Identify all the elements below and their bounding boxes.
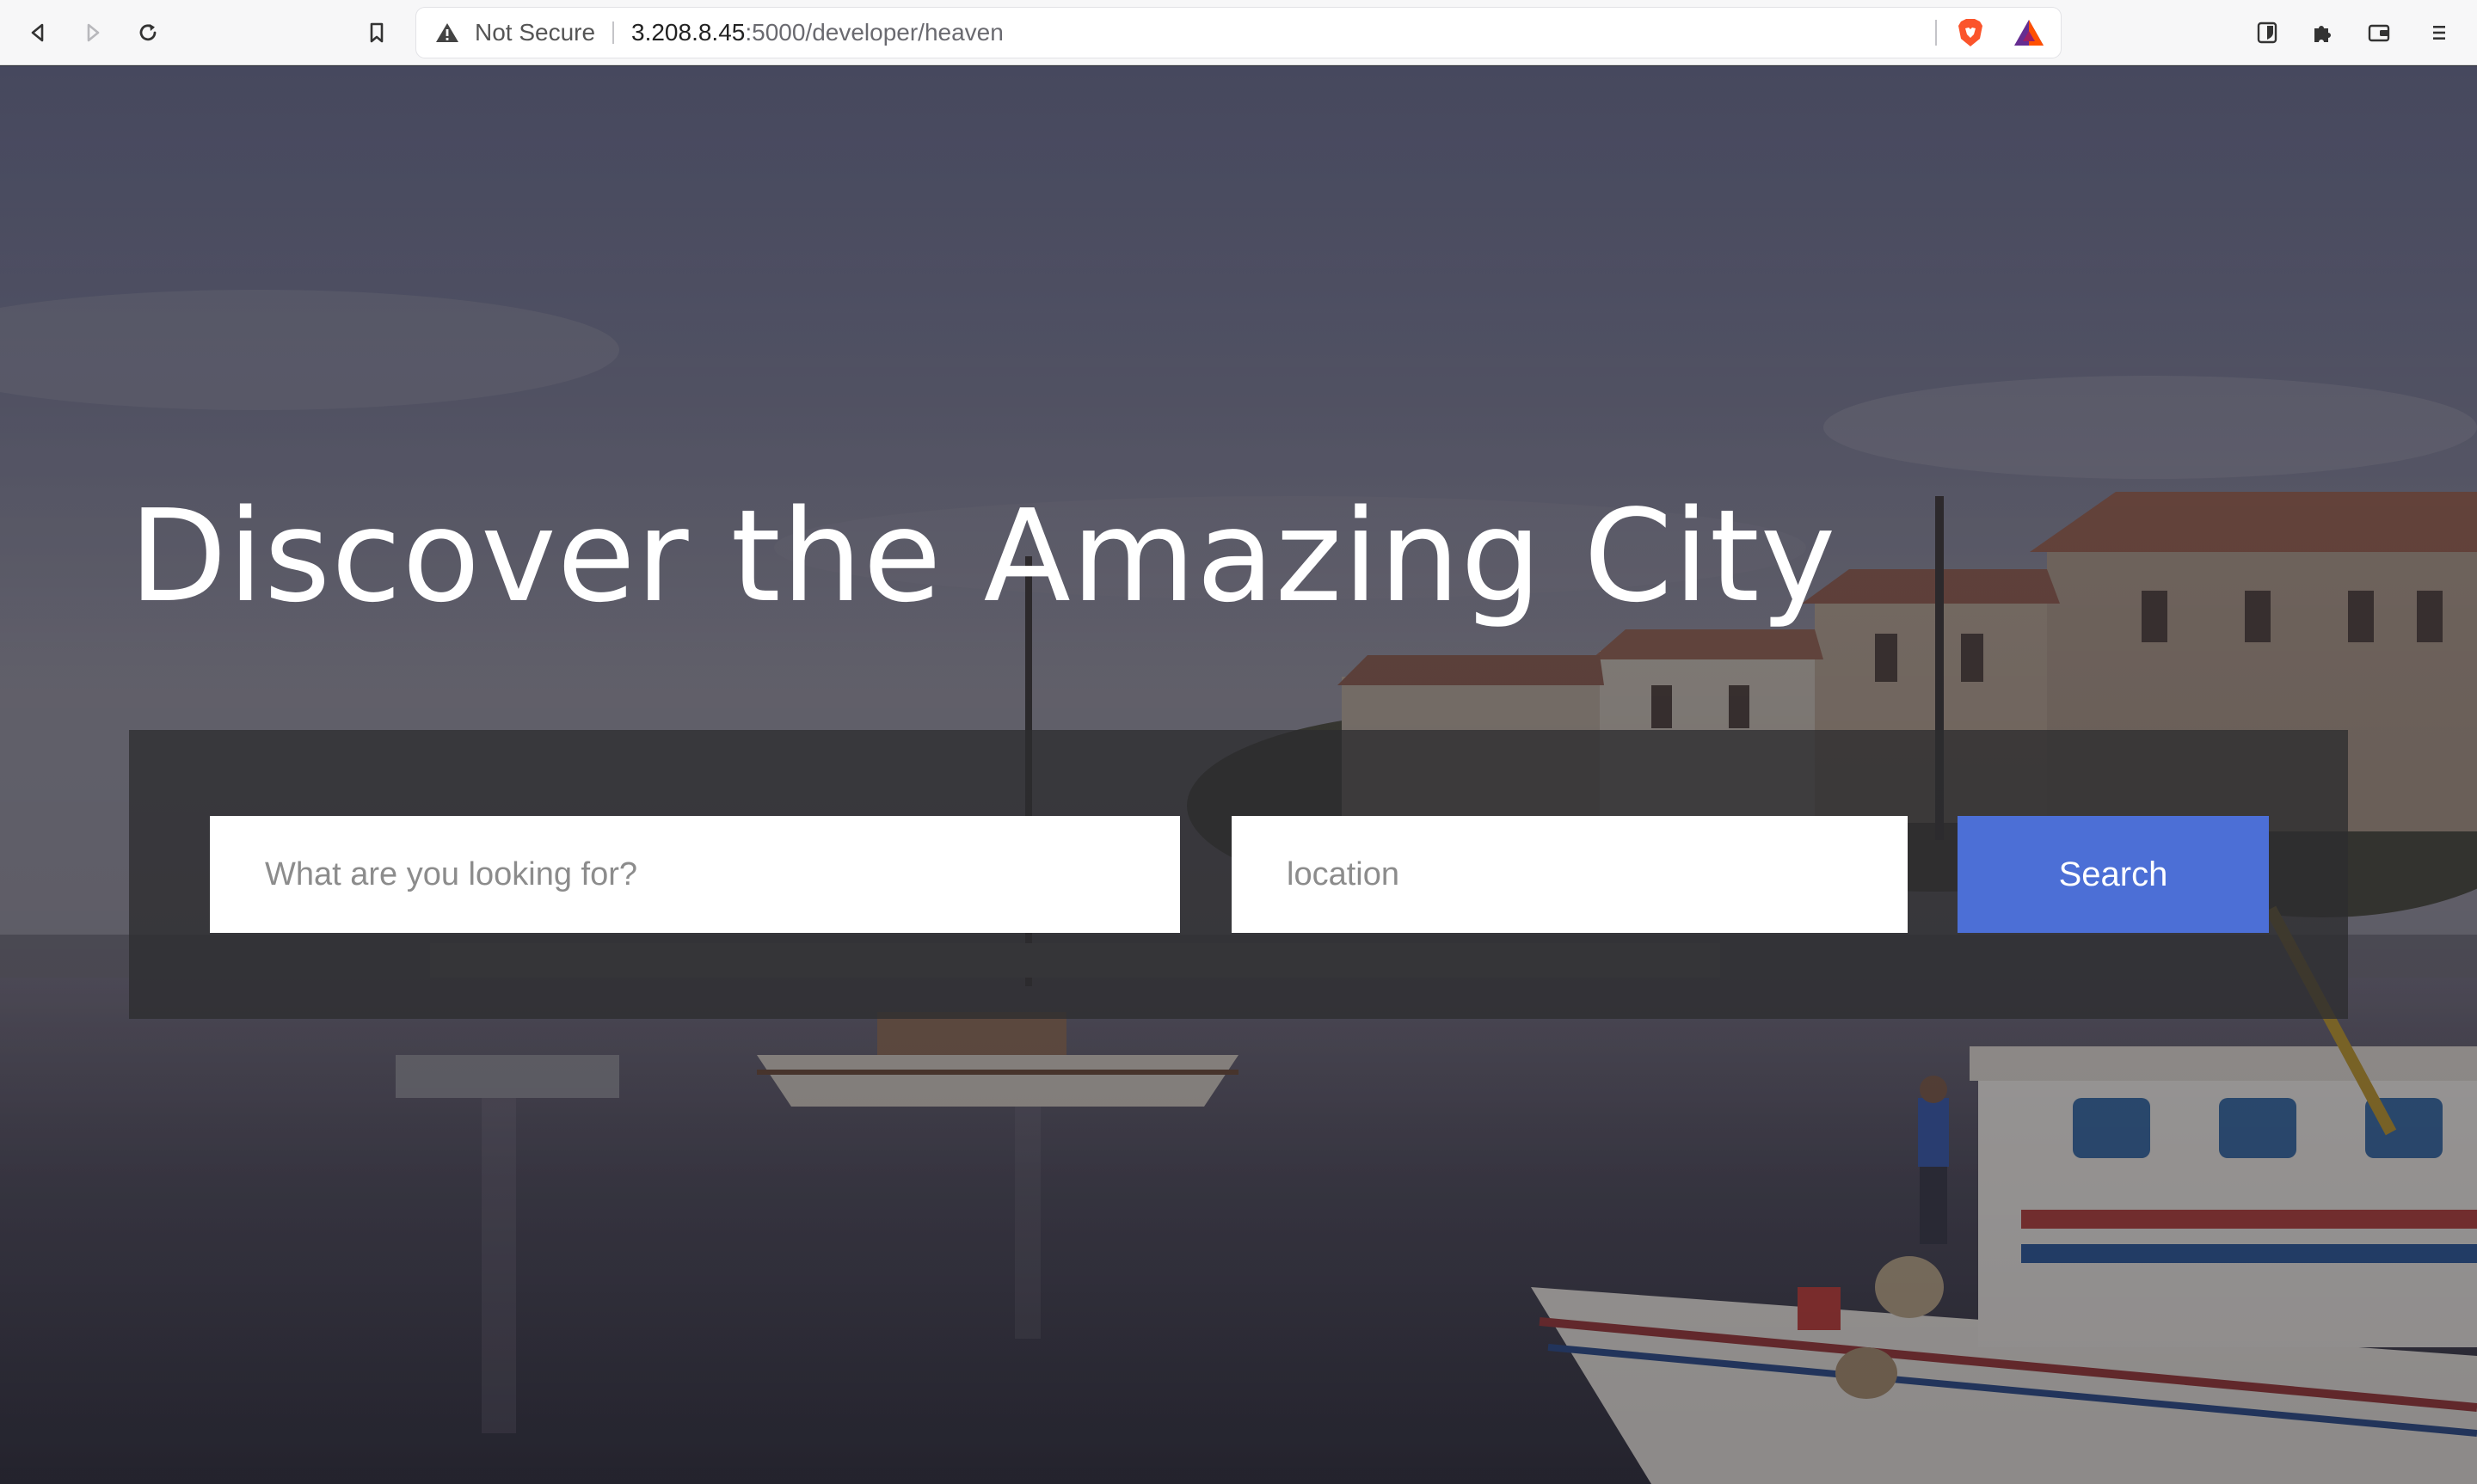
brave-shields-icon[interactable] (1954, 16, 1987, 49)
bookmark-button[interactable] (358, 14, 396, 52)
wallet-icon (2368, 24, 2390, 42)
location-search-input[interactable] (1232, 816, 1908, 933)
hero-title: Discover the Amazing City (129, 482, 1837, 630)
address-divider (612, 21, 614, 44)
forward-button[interactable] (74, 14, 112, 52)
extensions-button[interactable] (2303, 14, 2341, 52)
url-text[interactable]: 3.208.8.45:5000/developer/heaven (631, 8, 1004, 58)
security-status-label[interactable]: Not Secure (475, 8, 595, 58)
url-host: 3.208.8.45 (631, 19, 746, 46)
hero-section: Discover the Amazing City Search (0, 66, 2477, 1484)
address-bar[interactable]: Not Secure 3.208.8.45:5000/developer/hea… (416, 8, 2061, 58)
back-button[interactable] (19, 14, 57, 52)
search-panel: Search (129, 730, 2348, 1019)
address-divider-right (1935, 20, 1937, 46)
reload-icon (139, 24, 157, 41)
bitwarden-icon (2257, 21, 2277, 44)
extensions-icon (2314, 26, 2331, 42)
back-icon (31, 23, 44, 42)
browser-toolbar: Not Secure 3.208.8.45:5000/developer/hea… (0, 0, 2477, 65)
bitwarden-button[interactable] (2248, 14, 2286, 52)
menu-icon (2433, 26, 2445, 40)
reload-button[interactable] (129, 14, 167, 52)
keyword-search-input[interactable] (210, 816, 1180, 933)
url-path: :5000/developer/heaven (745, 19, 1004, 46)
brave-rewards-icon[interactable] (2013, 18, 2045, 47)
search-button[interactable]: Search (1958, 816, 2269, 933)
menu-button[interactable] (2420, 14, 2458, 52)
bookmark-icon (370, 22, 384, 43)
warning-icon (436, 23, 458, 42)
wallet-button[interactable] (2360, 14, 2398, 52)
forward-icon (87, 23, 100, 42)
